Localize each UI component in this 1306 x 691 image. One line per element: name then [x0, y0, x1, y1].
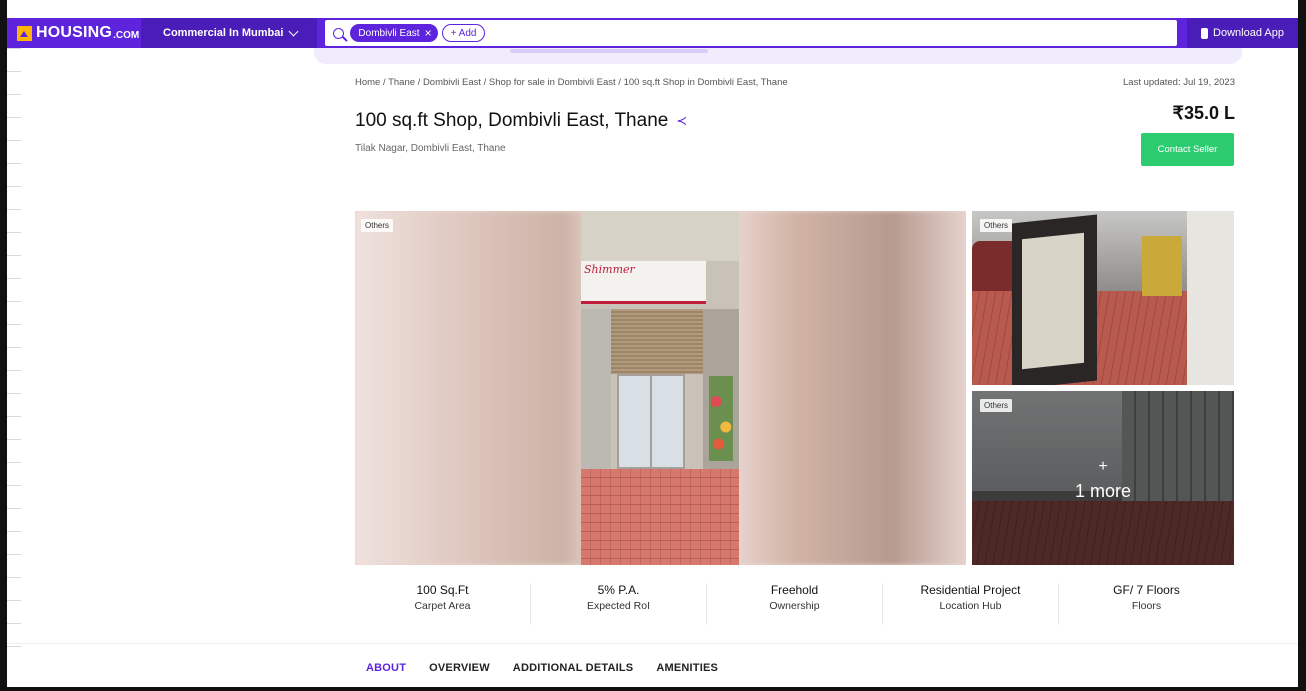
city-select-label: Commercial In Mumbai	[163, 27, 284, 39]
download-app-label: Download App	[1213, 27, 1284, 39]
plus-icon: +	[1098, 458, 1108, 475]
top-navbar: HOUSING .COM Commercial In Mumbai Dombiv…	[7, 18, 1298, 48]
add-locality-button[interactable]: + Add	[441, 24, 486, 42]
main-gallery-photo[interactable]: Shimmer Others	[355, 211, 966, 565]
stat-label: Ownership	[769, 600, 820, 612]
stat-label: Floors	[1131, 600, 1162, 612]
shop-front-photo: Shimmer	[581, 211, 739, 565]
window-top-margin	[0, 0, 1306, 9]
search-chip-locality[interactable]: Dombivli East ×	[350, 24, 438, 42]
house-logo-icon	[17, 25, 32, 41]
key-stats-row: 100 Sq.Ft Carpet Area 5% P.A. Expected R…	[355, 583, 1234, 625]
listing-title: 100 sq.ft Shop, Dombivli East, Thane	[355, 110, 669, 131]
phone-icon	[1201, 27, 1209, 39]
shop-shutter	[611, 309, 703, 374]
close-icon[interactable]: ×	[425, 27, 432, 39]
search-icon	[333, 27, 345, 39]
gallery-more-photos[interactable]: Others + 1 more	[972, 391, 1234, 565]
contact-seller-button[interactable]: Contact Seller	[1141, 133, 1234, 166]
tab-overview[interactable]: OVERVIEW	[429, 662, 490, 674]
download-app-button[interactable]: Download App	[1187, 18, 1298, 48]
stat-label: Carpet Area	[414, 600, 471, 612]
tab-amenities[interactable]: AMENITIES	[656, 662, 718, 674]
strip-indicator	[510, 49, 708, 53]
stat-value: Residential Project	[920, 583, 1021, 597]
window-frame-left	[0, 0, 7, 691]
stat-ownership: Freehold Ownership	[707, 583, 883, 625]
tab-about[interactable]: ABOUT	[366, 662, 406, 674]
search-input[interactable]: Dombivli East × + Add	[325, 20, 1178, 46]
last-updated-date: Last updated: Jul 19, 2023	[1123, 77, 1235, 88]
chevron-down-icon	[288, 26, 299, 36]
stat-value: 5% P.A.	[597, 583, 640, 597]
shop-door	[617, 374, 685, 471]
stat-carpet-area: 100 Sq.Ft Carpet Area	[355, 583, 531, 625]
listing-price: ₹35.0 L	[1172, 103, 1235, 123]
sticky-header-strip	[314, 48, 1242, 64]
photo-category-tag: Others	[361, 219, 394, 232]
stat-expected-roi: 5% P.A. Expected RoI	[531, 583, 707, 625]
window-frame-bottom	[0, 687, 1306, 691]
stat-label: Expected RoI	[586, 600, 651, 612]
stat-label: Location Hub	[939, 600, 1002, 612]
window-frame-right	[1298, 0, 1306, 691]
section-divider	[7, 643, 1298, 644]
listing-locality: Tilak Nagar, Dombivli East, Thane	[355, 143, 506, 154]
logo-suffix: .COM	[113, 29, 140, 41]
logo-text: HOUSING	[36, 24, 113, 41]
stat-value: Freehold	[770, 583, 819, 597]
tab-additional-details[interactable]: ADDITIONAL DETAILS	[513, 662, 634, 674]
stat-floors: GF/ 7 Floors Floors	[1059, 583, 1234, 625]
breadcrumb[interactable]: Home / Thane / Dombivli East / Shop for …	[355, 77, 788, 88]
gallery-thumbnail-1[interactable]: Others	[972, 211, 1234, 385]
left-ruler	[7, 48, 21, 688]
page-title: 100 sq.ft Shop, Dombivli East, Thane ≺	[355, 110, 687, 132]
housing-logo[interactable]: HOUSING .COM	[7, 18, 141, 48]
shop-sign-text: Shimmer	[584, 263, 635, 276]
search-chip-label: Dombivli East	[358, 27, 420, 39]
photo-category-tag: Others	[980, 399, 1013, 412]
stat-location-hub: Residential Project Location Hub	[883, 583, 1059, 625]
tiled-floor	[581, 469, 739, 565]
photo-category-tag: Others	[980, 219, 1013, 232]
city-select-dropdown[interactable]: Commercial In Mumbai	[141, 18, 318, 48]
stat-value: GF/ 7 Floors	[1113, 583, 1180, 597]
more-photos-label: 1 more	[1074, 481, 1132, 501]
section-tabs: ABOUT OVERVIEW ADDITIONAL DETAILS AMENIT…	[366, 662, 741, 674]
share-icon[interactable]: ≺	[676, 113, 687, 129]
stat-value: 100 Sq.Ft	[416, 583, 469, 597]
